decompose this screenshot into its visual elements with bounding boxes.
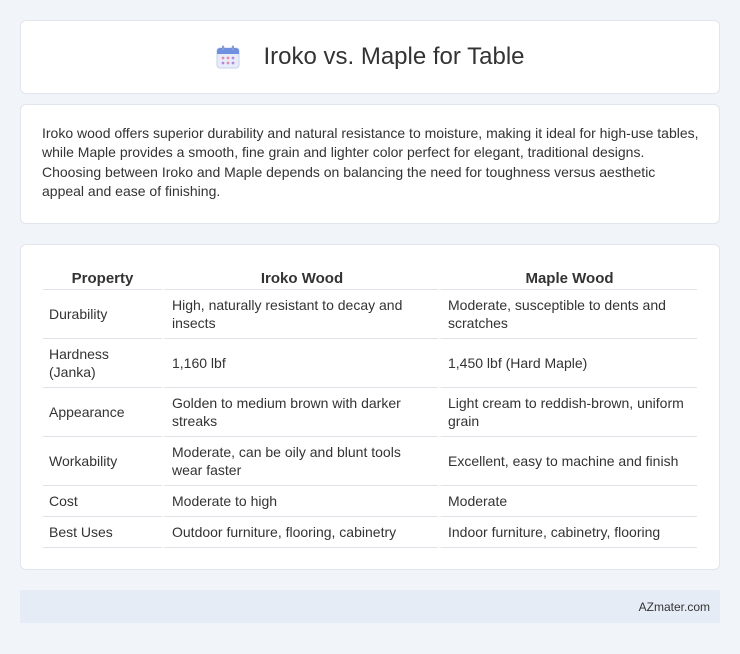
- comparison-table: Property Iroko Wood Maple Wood Durabilit…: [43, 265, 697, 548]
- property-cell: Cost: [43, 486, 162, 517]
- calendar-icon: [215, 44, 241, 70]
- column-header-iroko: Iroko Wood: [162, 265, 438, 290]
- table-row: Workability Moderate, can be oily and bl…: [43, 437, 697, 486]
- iroko-cell: 1,160 lbf: [162, 339, 438, 388]
- table-row: Best Uses Outdoor furniture, flooring, c…: [43, 517, 697, 548]
- page: Iroko vs. Maple for Table Iroko wood off…: [0, 0, 740, 654]
- iroko-cell: Golden to medium brown with darker strea…: [162, 388, 438, 437]
- maple-cell: Light cream to reddish-brown, uniform gr…: [438, 388, 697, 437]
- maple-cell: 1,450 lbf (Hard Maple): [438, 339, 697, 388]
- table-row: Cost Moderate to high Moderate: [43, 486, 697, 517]
- maple-cell: Excellent, easy to machine and finish: [438, 437, 697, 486]
- property-cell: Best Uses: [43, 517, 162, 548]
- property-cell: Durability: [43, 290, 162, 339]
- table-row: Hardness (Janka) 1,160 lbf 1,450 lbf (Ha…: [43, 339, 697, 388]
- description-card: Iroko wood offers superior durability an…: [20, 104, 720, 224]
- iroko-cell: Outdoor furniture, flooring, cabinetry: [162, 517, 438, 548]
- table-row: Durability High, naturally resistant to …: [43, 290, 697, 339]
- column-header-property: Property: [43, 265, 162, 290]
- maple-cell: Indoor furniture, cabinetry, flooring: [438, 517, 697, 548]
- property-cell: Workability: [43, 437, 162, 486]
- iroko-cell: Moderate to high: [162, 486, 438, 517]
- title-wrap: Iroko vs. Maple for Table: [215, 43, 525, 71]
- iroko-cell: High, naturally resistant to decay and i…: [162, 290, 438, 339]
- table-header-row: Property Iroko Wood Maple Wood: [43, 265, 697, 290]
- title-card: Iroko vs. Maple for Table: [20, 20, 720, 94]
- page-title: Iroko vs. Maple for Table: [263, 43, 525, 70]
- maple-cell: Moderate: [438, 486, 697, 517]
- property-cell: Hardness (Janka): [43, 339, 162, 388]
- table-row: Appearance Golden to medium brown with d…: [43, 388, 697, 437]
- property-cell: Appearance: [43, 388, 162, 437]
- iroko-cell: Moderate, can be oily and blunt tools we…: [162, 437, 438, 486]
- comparison-table-card: Property Iroko Wood Maple Wood Durabilit…: [20, 244, 720, 570]
- maple-cell: Moderate, susceptible to dents and scrat…: [438, 290, 697, 339]
- footer-site-link[interactable]: AZmater.com: [639, 600, 710, 614]
- description-text: Iroko wood offers superior durability an…: [42, 125, 699, 199]
- column-header-maple: Maple Wood: [438, 265, 697, 290]
- footer-bar: AZmater.com: [20, 590, 720, 623]
